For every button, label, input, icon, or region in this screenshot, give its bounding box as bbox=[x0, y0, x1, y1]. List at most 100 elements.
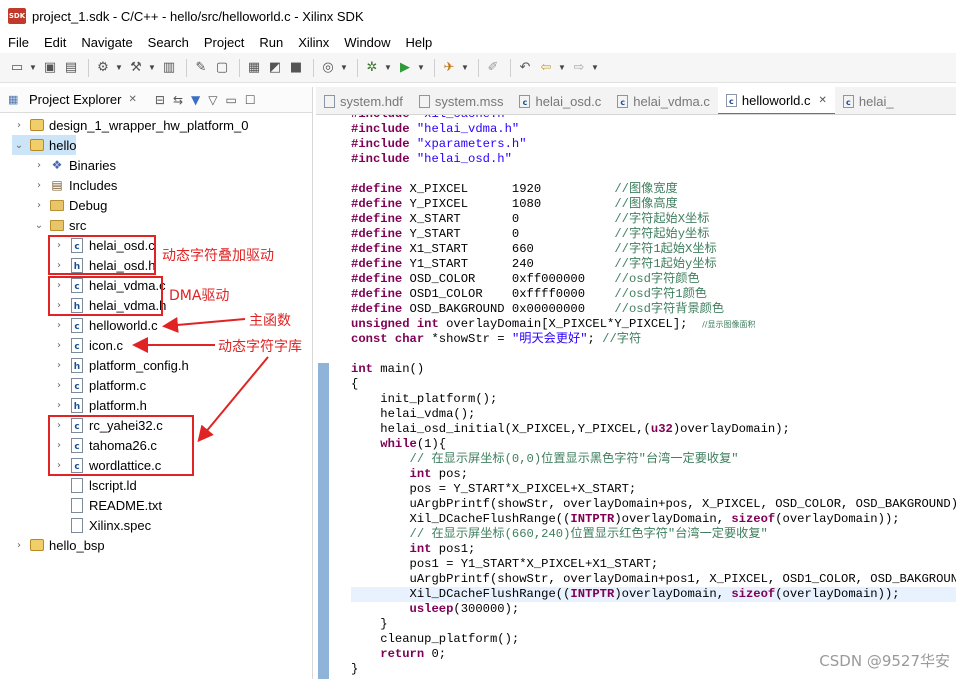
debug-config-icon[interactable]: ✎ bbox=[192, 59, 210, 77]
maximize-icon[interactable]: ☐ bbox=[245, 93, 256, 107]
build-hammer-icon[interactable]: ⚒ bbox=[127, 59, 145, 77]
close-icon[interactable]: ✕ bbox=[819, 95, 827, 106]
xsct-icon[interactable]: ◩ bbox=[266, 59, 284, 77]
code-line[interactable]: int pos1; bbox=[351, 542, 476, 557]
menu-navigate[interactable]: Navigate bbox=[73, 35, 139, 50]
menu-run[interactable]: Run bbox=[251, 35, 290, 50]
forward-arrow-icon[interactable]: ⇨ bbox=[570, 59, 588, 77]
editor-tab[interactable]: system.hdf bbox=[316, 87, 411, 114]
view-menu-icon[interactable]: ▽ bbox=[208, 93, 217, 107]
code-area[interactable]: #include "xil_cache.h"#include "helai_vd… bbox=[351, 115, 956, 679]
code-line[interactable]: #define OSD_COLOR 0xff000000 //osd字符颜色 bbox=[351, 272, 700, 287]
code-line[interactable]: #define OSD1_COLOR 0xffff0000 //osd字符1颜色 bbox=[351, 287, 707, 302]
code-line[interactable]: while(1){ bbox=[351, 437, 446, 452]
editor-tab[interactable]: system.mss bbox=[411, 87, 512, 114]
code-line[interactable]: #define X1_START 660 //字符1起始X坐标 bbox=[351, 242, 717, 257]
code-line[interactable]: #include "xil_cache.h" bbox=[351, 115, 512, 122]
code-line[interactable]: cleanup_platform(); bbox=[351, 632, 519, 647]
code-line[interactable]: helai_vdma(); bbox=[351, 407, 475, 422]
tree-item[interactable]: › c helloworld.c bbox=[52, 315, 158, 335]
new-icon[interactable]: ▭ bbox=[8, 59, 26, 77]
tree-item[interactable]: › Debug bbox=[32, 195, 107, 215]
last-edit-icon[interactable]: ↶ bbox=[516, 59, 534, 77]
run-icon[interactable]: ▶ bbox=[396, 59, 414, 77]
tree-item[interactable]: Xilinx.spec bbox=[52, 515, 151, 535]
code-line[interactable]: #define X_PIXCEL 1920 //图像宽度 bbox=[351, 182, 678, 197]
chevron-right-icon[interactable]: › bbox=[12, 540, 26, 551]
code-line[interactable]: // 在显示屏坐标(0,0)位置显示黑色字符"台湾一定要收复" bbox=[351, 452, 739, 467]
chevron-right-icon[interactable]: › bbox=[12, 120, 26, 131]
save-icon[interactable]: ▣ bbox=[41, 59, 59, 77]
code-line[interactable]: unsigned int overlayDomain[X_PIXCEL*Y_PI… bbox=[351, 317, 755, 332]
chevron-right-icon[interactable]: › bbox=[52, 320, 66, 331]
tree-item[interactable]: › ▤ Includes bbox=[32, 175, 117, 195]
pen-icon[interactable]: ✐ bbox=[484, 59, 502, 77]
settings-dropdown-arrow[interactable]: ▼ bbox=[115, 63, 123, 72]
build-dropdown-arrow[interactable]: ▼ bbox=[148, 63, 156, 72]
run-dropdown-arrow[interactable]: ▼ bbox=[417, 63, 425, 72]
code-line[interactable]: #define X_START 0 //字符起始X坐标 bbox=[351, 212, 709, 227]
menu-window[interactable]: Window bbox=[336, 35, 397, 50]
save-all-icon[interactable]: ▤ bbox=[62, 59, 80, 77]
tree-item[interactable]: ⌄ src bbox=[32, 215, 87, 235]
back-dropdown-arrow[interactable]: ▼ bbox=[558, 63, 566, 72]
menu-edit[interactable]: Edit bbox=[36, 35, 73, 50]
back-arrow-icon[interactable]: ⇦ bbox=[537, 59, 555, 77]
code-line[interactable]: uArgbPrintf(showStr, overlayDomain+pos, … bbox=[351, 497, 956, 512]
tree-item[interactable]: ⌄ hello bbox=[12, 135, 77, 155]
tree-item[interactable]: › h platform.h bbox=[52, 395, 147, 415]
code-line[interactable]: #include "xparameters.h" bbox=[351, 137, 527, 152]
external-tools-dropdown-arrow[interactable]: ▼ bbox=[461, 63, 469, 72]
external-tools-icon[interactable]: ✈ bbox=[440, 59, 458, 77]
code-line[interactable]: const char *showStr = "明天会更好"; //字符 bbox=[351, 332, 641, 347]
chevron-right-icon[interactable]: › bbox=[52, 360, 66, 371]
code-line[interactable]: pos = Y_START*X_PIXCEL+X_START; bbox=[351, 482, 637, 497]
code-line[interactable]: int pos; bbox=[351, 467, 469, 482]
debug-dropdown-arrow[interactable]: ▼ bbox=[384, 63, 392, 72]
chevron-right-icon[interactable]: › bbox=[32, 180, 46, 191]
editor-tab[interactable]: c helai_ bbox=[835, 87, 902, 114]
code-line[interactable]: { bbox=[351, 377, 358, 392]
chevron-right-icon[interactable]: › bbox=[52, 340, 66, 351]
program-fpga-icon[interactable]: ▦ bbox=[245, 59, 263, 77]
chevron-down-icon[interactable]: ⌄ bbox=[32, 220, 46, 231]
menu-project[interactable]: Project bbox=[196, 35, 251, 50]
chevron-right-icon[interactable]: › bbox=[32, 200, 46, 211]
code-line[interactable]: usleep(300000); bbox=[351, 602, 520, 617]
chevron-down-icon[interactable]: ⌄ bbox=[12, 140, 26, 151]
close-icon[interactable]: ✕ bbox=[128, 94, 136, 105]
chevron-right-icon[interactable]: › bbox=[52, 400, 66, 411]
filter-icon[interactable]: ▼ bbox=[191, 93, 200, 107]
code-line[interactable]: helai_osd_initial(X_PIXCEL,Y_PIXCEL,(u32… bbox=[351, 422, 790, 437]
code-line[interactable]: #define Y_PIXCEL 1080 //图像高度 bbox=[351, 197, 678, 212]
code-line[interactable]: int main() bbox=[351, 362, 424, 377]
code-line[interactable]: return 0; bbox=[351, 647, 446, 662]
settings-icon[interactable]: ⚙ bbox=[94, 59, 112, 77]
code-line[interactable]: #include "helai_osd.h" bbox=[351, 152, 512, 167]
tree-item[interactable]: › hello_bsp bbox=[12, 535, 105, 555]
chevron-right-icon[interactable]: › bbox=[32, 160, 46, 171]
target-dropdown-arrow[interactable]: ▼ bbox=[340, 63, 348, 72]
code-line[interactable]: } bbox=[351, 617, 387, 632]
code-line[interactable]: #define Y1_START 240 //字符1起始y坐标 bbox=[351, 257, 717, 272]
menu-help[interactable]: Help bbox=[398, 35, 440, 50]
code-line[interactable]: // 在显示屏坐标(660,240)位置显示红色字符"台湾一定要收复" bbox=[351, 527, 768, 542]
link-editor-icon[interactable]: ⇆ bbox=[173, 93, 183, 107]
forward-dropdown-arrow[interactable]: ▼ bbox=[591, 63, 599, 72]
code-line[interactable]: #include "helai_vdma.h" bbox=[351, 122, 519, 137]
menu-file[interactable]: File bbox=[0, 35, 36, 50]
tree-item[interactable]: README.txt bbox=[52, 495, 162, 515]
code-line[interactable]: #define OSD_BAKGROUND 0x00000000 //osd字符… bbox=[351, 302, 724, 317]
project-explorer-tab[interactable]: ▦ Project Explorer ✕ ⊟ ⇆ ▼ ▽ ▭ ☐ bbox=[0, 87, 312, 113]
code-line[interactable]: pos1 = Y1_START*X_PIXCEL+X1_START; bbox=[351, 557, 659, 572]
code-line[interactable]: uArgbPrintf(showStr, overlayDomain+pos1,… bbox=[351, 572, 956, 587]
editor-tab[interactable]: c helloworld.c ✕ bbox=[717, 87, 835, 114]
collapse-all-icon[interactable]: ⊟ bbox=[155, 93, 165, 107]
terminal-icon[interactable]: ▢ bbox=[213, 59, 231, 77]
code-line[interactable]: Xil_DCacheFlushRange((INTPTR)overlayDoma… bbox=[351, 512, 900, 527]
debug-bug-icon[interactable]: ✲ bbox=[363, 59, 381, 77]
binary-icon[interactable]: ▥ bbox=[160, 59, 178, 77]
editor-tab[interactable]: c helai_vdma.c bbox=[609, 87, 718, 114]
code-line[interactable]: init_platform(); bbox=[351, 392, 497, 407]
console-icon[interactable]: ■ bbox=[287, 59, 305, 77]
